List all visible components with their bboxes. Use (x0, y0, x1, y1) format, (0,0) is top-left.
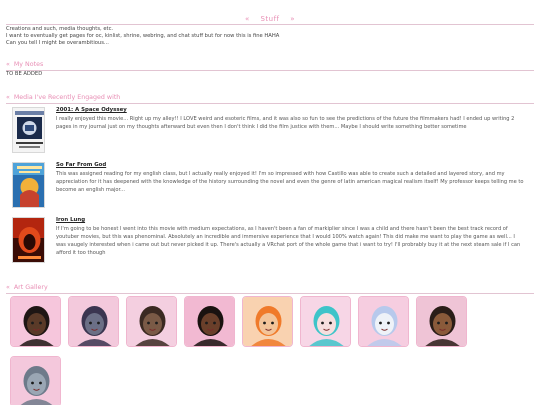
notes-deco: « (6, 61, 10, 68)
art-teal-twintail-character[interactable] (300, 296, 351, 347)
intro-line: Can you tell I might be overambitious... (6, 40, 109, 46)
media-title-link[interactable]: So Far From God (56, 162, 526, 170)
notes-heading: « My Notes (6, 60, 534, 72)
media-item: So Far From God This was assigned readin… (12, 162, 527, 212)
art-short-hair-character[interactable] (184, 296, 235, 347)
notes-body: TO BE ADDED (6, 71, 43, 77)
gallery-heading: « Art Gallery (6, 283, 534, 295)
gallery-heading-text: Art Gallery (13, 284, 48, 291)
notes-heading-text: My Notes (13, 61, 44, 68)
title-divider (6, 24, 534, 25)
page-title: « Stuff » (0, 14, 540, 24)
media-review: If I'm going to be honest I went into th… (56, 225, 521, 256)
art-grey-cat-character[interactable] (10, 356, 61, 405)
art-otter-character[interactable] (126, 296, 177, 347)
art-bearded-character[interactable] (416, 296, 467, 347)
media-heading-text: Media I've Recently Engaged with (13, 94, 121, 101)
title-deco-left: « (244, 15, 250, 23)
media-deco: « (6, 94, 10, 101)
media-title-link[interactable]: 2001: A Space Odyssey (56, 107, 526, 115)
intro-text: Creations and such, media thoughts, etc.… (6, 26, 526, 47)
media-item: Iron Lung If I'm going to be honest I we… (12, 217, 527, 267)
page-title-text: Stuff (260, 15, 280, 23)
intro-line: I want to eventually get pages for oc, k… (6, 33, 280, 39)
art-wolf-character[interactable] (68, 296, 119, 347)
media-review: I really enjoyed this movie... Right up … (56, 115, 515, 130)
iron-lung-poster-image (12, 217, 45, 263)
media-item: 2001: A Space Odyssey I really enjoyed t… (12, 107, 527, 157)
2001-poster-image (12, 107, 45, 153)
art-white-fox-character[interactable] (358, 296, 409, 347)
title-deco-right: » (290, 15, 296, 23)
media-title-link[interactable]: Iron Lung (56, 217, 526, 225)
art-curly-hair-character[interactable] (10, 296, 61, 347)
gallery-deco: « (6, 284, 10, 291)
so-far-from-god-cover-image (12, 162, 45, 208)
media-heading: « Media I've Recently Engaged with (6, 93, 534, 105)
media-review: This was assigned reading for my english… (56, 170, 524, 193)
intro-line: Creations and such, media thoughts, etc. (6, 26, 114, 32)
art-orange-hair-character[interactable] (242, 296, 293, 347)
